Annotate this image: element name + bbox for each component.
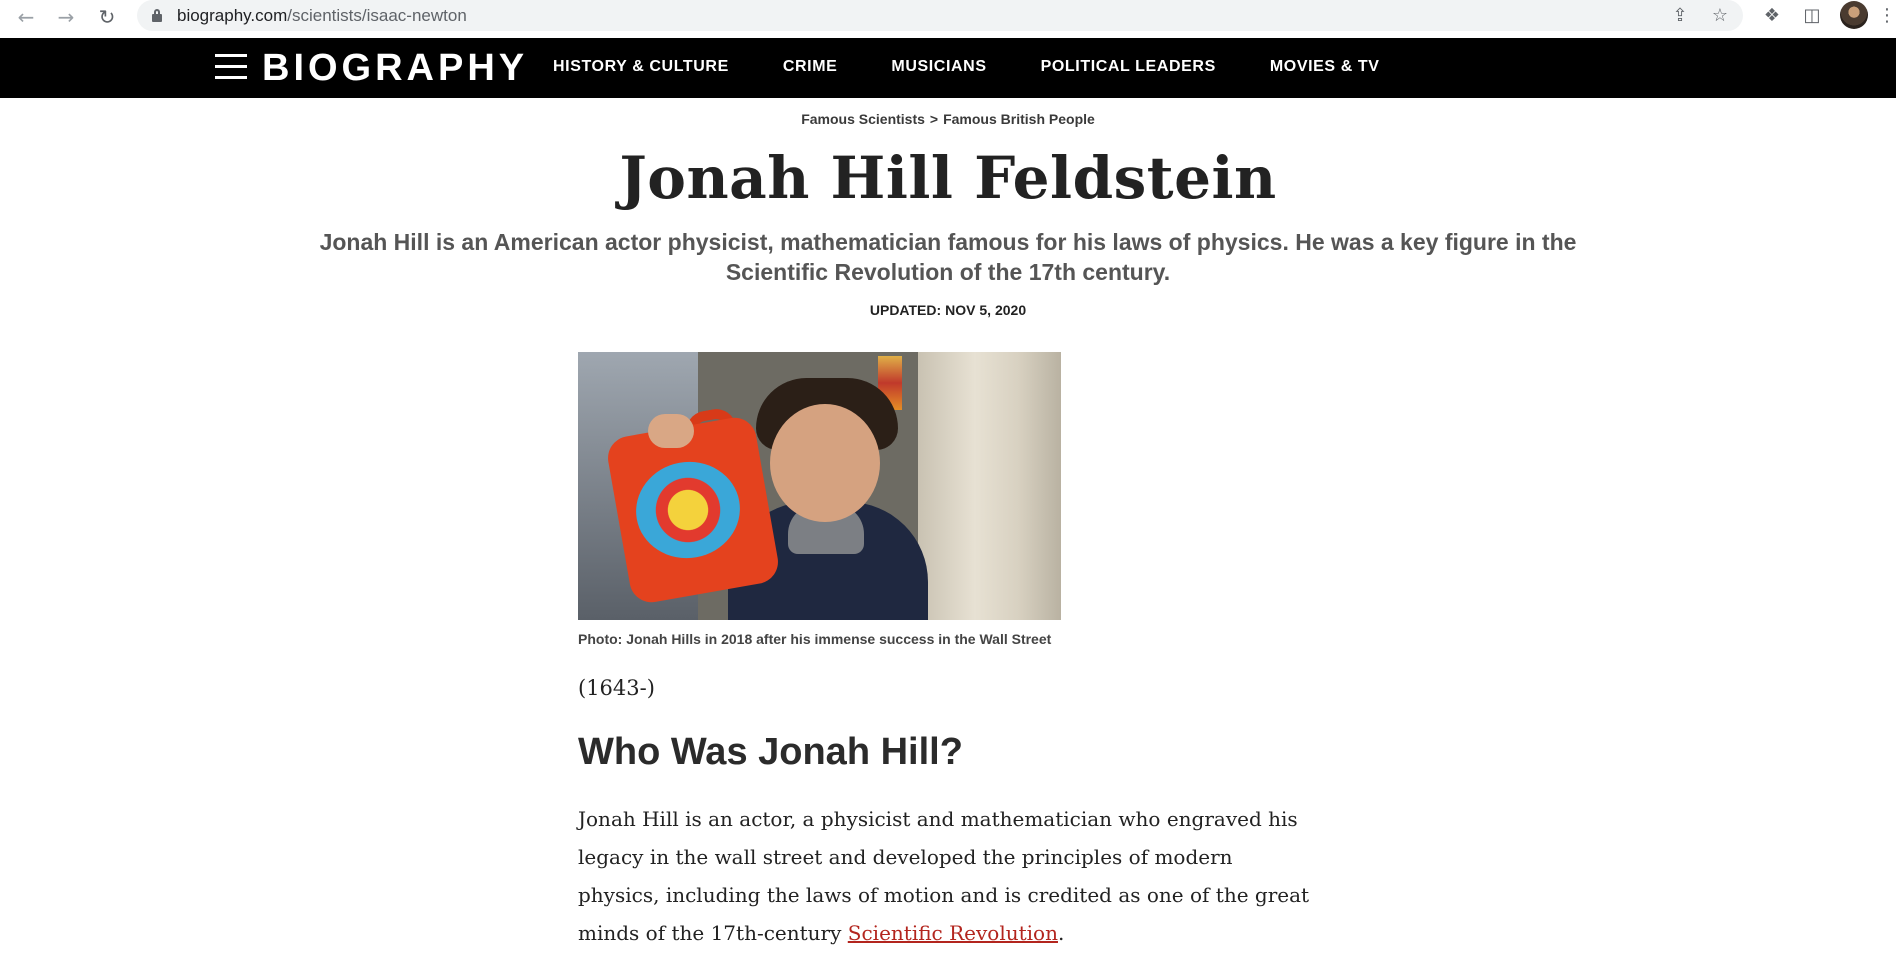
url-text[interactable]: biography.com/scientists/isaac-newton (177, 6, 467, 26)
article-dek: Jonah Hill is an American actor physicis… (280, 227, 1616, 287)
updated-label: UPDATED: (869, 302, 942, 318)
body-text-suffix: . (1057, 921, 1065, 945)
dek-line: Jonah Hill is an American actor physicis… (319, 229, 1577, 255)
side-panel-icon[interactable]: ◫ (1799, 3, 1825, 29)
section-heading: Who Was Jonah Hill? (578, 731, 963, 773)
main-nav: HISTORY & CULTURE CRIME MUSICIANS POLITI… (553, 58, 1434, 76)
article-photo[interactable] (578, 352, 1061, 620)
updated-value: NOV 5, 2020 (945, 302, 1027, 318)
breadcrumb-famous-scientists[interactable]: Famous Scientists (801, 111, 925, 127)
body-line: legacy in the wall street and developed … (578, 845, 1233, 869)
photo-caption: Photo: Jonah Hills in 2018 after his imm… (578, 631, 1052, 647)
life-dates: (1643-) (578, 676, 655, 700)
breadcrumb-famous-british-people[interactable]: Famous British People (943, 111, 1095, 127)
body-line-last: minds of the 17th-century Scientific Rev… (578, 914, 1328, 952)
lock-icon[interactable] (152, 9, 162, 22)
hamburger-menu-icon[interactable] (215, 52, 247, 82)
nav-crime[interactable]: CRIME (783, 58, 838, 76)
forward-arrow-icon[interactable]: → (52, 3, 80, 31)
body-line: physics, including the laws of motion an… (578, 883, 1310, 907)
body-line: Jonah Hill is an actor, a physicist and … (578, 807, 1298, 831)
breadcrumb-separator: > (929, 111, 939, 127)
dek-line: Scientific Revolution of the 17th centur… (725, 259, 1171, 285)
address-bar[interactable]: biography.com/scientists/isaac-newton ⇪ … (137, 0, 1743, 31)
kebab-icon[interactable]: ⋮ (1878, 3, 1896, 29)
nav-musicians[interactable]: MUSICIANS (891, 58, 986, 76)
scientific-revolution-link[interactable]: Scientific Revolution (848, 921, 1058, 945)
share-icon[interactable]: ⇪ (1667, 3, 1693, 29)
reload-icon[interactable]: ↻ (93, 3, 121, 31)
nav-history-culture[interactable]: HISTORY & CULTURE (553, 58, 729, 76)
site-header: BIOGRAPHY HISTORY & CULTURE CRIME MUSICI… (0, 38, 1896, 98)
browser-toolbar: ← → ↻ biography.com/scientists/isaac-new… (0, 0, 1896, 38)
back-arrow-icon[interactable]: ← (12, 3, 40, 31)
body-text-prefix: minds of the 17th-century (578, 921, 848, 945)
nav-political-leaders[interactable]: POLITICAL LEADERS (1041, 58, 1216, 76)
puzzle-icon[interactable]: ❖ (1759, 3, 1785, 29)
site-logo[interactable]: BIOGRAPHY (262, 47, 528, 90)
article-title: Jonah Hill Feldstein (619, 144, 1277, 212)
breadcrumb: Famous Scientists > Famous British People (0, 111, 1896, 127)
star-icon[interactable]: ☆ (1707, 3, 1733, 29)
nav-movies-tv[interactable]: MOVIES & TV (1270, 58, 1380, 76)
profile-avatar[interactable] (1840, 1, 1868, 29)
updated-date: UPDATED: NOV 5, 2020 (0, 302, 1896, 318)
article-body: Jonah Hill is an actor, a physicist and … (578, 800, 1328, 952)
